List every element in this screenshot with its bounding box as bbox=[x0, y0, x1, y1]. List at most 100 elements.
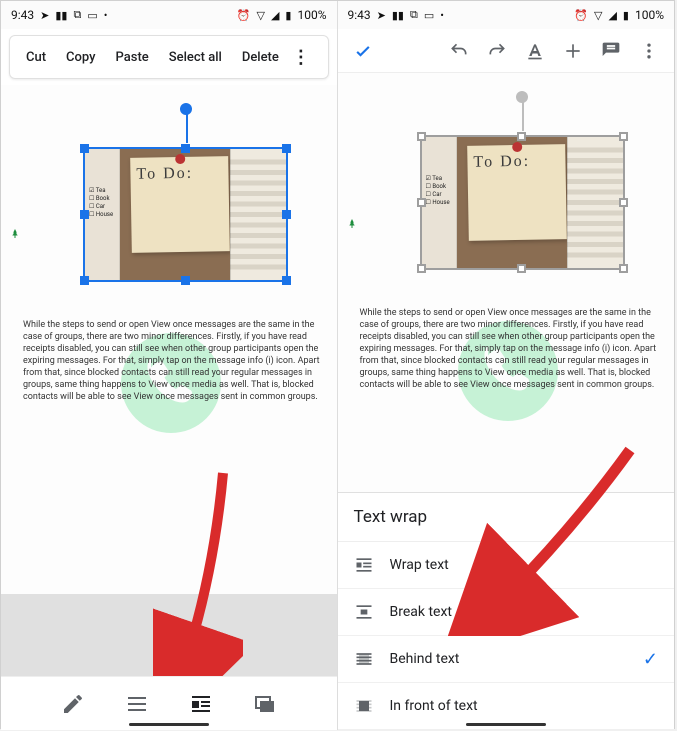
handle-tr[interactable] bbox=[619, 132, 628, 141]
document-canvas[interactable]: Tea Book Car House To Do: bbox=[1, 85, 337, 730]
done-check-icon[interactable] bbox=[346, 34, 380, 68]
sticky-note: To Do: bbox=[467, 144, 567, 241]
voicemail-icon: ⧉ bbox=[73, 8, 81, 22]
handle-tr[interactable] bbox=[282, 144, 291, 153]
body-paragraph[interactable]: While the steps to send or open View onc… bbox=[360, 307, 660, 391]
handle-tl[interactable] bbox=[417, 132, 426, 141]
more-icon[interactable] bbox=[632, 34, 666, 68]
handle-br[interactable] bbox=[282, 276, 291, 285]
paper-stack bbox=[230, 149, 286, 280]
alarm-icon: ⏰ bbox=[237, 9, 251, 22]
app-bar bbox=[338, 29, 675, 73]
status-battery: 100% bbox=[635, 8, 664, 22]
dot-icon: • bbox=[440, 9, 444, 22]
pause-icon: ▮▮ bbox=[55, 9, 67, 22]
status-time: 9:43 bbox=[348, 8, 371, 22]
status-bar: 9:43 ➤ ▮▮ ⧉ ▭ • ⏰ ▽ ◢ ▮ 100% bbox=[338, 1, 675, 29]
handle-mr[interactable] bbox=[619, 198, 628, 207]
sheet-title: Text wrap bbox=[338, 493, 675, 542]
rotate-handle[interactable] bbox=[180, 103, 192, 115]
ctx-cut[interactable]: Cut bbox=[16, 50, 56, 65]
handle-bl[interactable] bbox=[417, 264, 426, 273]
send-icon: ➤ bbox=[40, 9, 49, 22]
status-time: 9:43 bbox=[11, 8, 34, 22]
keyboard-area bbox=[1, 594, 337, 676]
option-label: Wrap text bbox=[390, 557, 449, 573]
nav-bar[interactable] bbox=[466, 723, 546, 726]
checkmark-icon: ✓ bbox=[643, 649, 658, 670]
paper-stack bbox=[567, 137, 623, 268]
pause-icon: ▮▮ bbox=[392, 9, 404, 22]
checklist: Tea Book Car House bbox=[426, 175, 450, 207]
status-bar: 9:43 ➤ ▮▮ ⧉ ▭ • ⏰ ▽ ◢ ▮ 100% bbox=[1, 1, 337, 29]
pin-icon bbox=[512, 142, 522, 152]
handle-mr[interactable] bbox=[282, 210, 291, 219]
text-wrap-icon[interactable] bbox=[189, 692, 213, 716]
align-icon[interactable] bbox=[125, 692, 149, 716]
text-format-icon[interactable] bbox=[518, 34, 552, 68]
handle-bm[interactable] bbox=[181, 276, 190, 285]
status-battery: 100% bbox=[297, 8, 326, 22]
handle-tl[interactable] bbox=[80, 144, 89, 153]
handle-bl[interactable] bbox=[80, 276, 89, 285]
handle-tm[interactable] bbox=[181, 144, 190, 153]
body-paragraph[interactable]: While the steps to send or open View onc… bbox=[23, 319, 323, 403]
phone-right: 9:43 ➤ ▮▮ ⧉ ▭ • ⏰ ▽ ◢ ▮ 100% bbox=[338, 1, 675, 730]
rotate-handle[interactable] bbox=[516, 91, 528, 103]
selected-image[interactable]: Tea Book Car House To Do: bbox=[83, 147, 288, 282]
undo-icon[interactable] bbox=[442, 34, 476, 68]
ctx-select-all[interactable]: Select all bbox=[159, 50, 232, 65]
send-icon: ➤ bbox=[377, 9, 386, 22]
alarm-icon: ⏰ bbox=[574, 9, 588, 22]
wrap-text-icon bbox=[354, 555, 374, 575]
handle-ml[interactable] bbox=[417, 198, 426, 207]
ctx-delete[interactable]: Delete bbox=[232, 50, 289, 65]
document-canvas[interactable]: Tea Book Car House To Do: bbox=[338, 73, 675, 730]
battery-icon: ▮ bbox=[285, 9, 291, 22]
rotate-line bbox=[522, 99, 524, 131]
option-break-text[interactable]: Break text bbox=[338, 589, 675, 636]
image-left-panel: Tea Book Car House bbox=[85, 149, 120, 280]
text-wrap-sheet: Text wrap Wrap text Break text Behind te… bbox=[338, 492, 675, 730]
break-text-icon bbox=[354, 602, 374, 622]
sticky-note: To Do: bbox=[130, 156, 230, 253]
battery-icon: ▮ bbox=[623, 9, 629, 22]
dot-icon: • bbox=[104, 9, 108, 22]
ctx-copy[interactable]: Copy bbox=[56, 50, 105, 65]
anchor-pin-icon bbox=[9, 225, 21, 237]
bottom-toolbar bbox=[1, 676, 337, 730]
signal-icon: ◢ bbox=[608, 9, 616, 22]
anchor-pin-icon bbox=[346, 215, 358, 227]
handle-ml[interactable] bbox=[80, 210, 89, 219]
image-icon: ▭ bbox=[87, 9, 97, 22]
wifi-icon: ▽ bbox=[256, 9, 264, 22]
ctx-more-icon[interactable]: ⋮ bbox=[289, 47, 313, 68]
behind-text-icon bbox=[354, 649, 374, 669]
handle-tm[interactable] bbox=[517, 132, 526, 141]
image-left-panel: Tea Book Car House bbox=[422, 137, 457, 268]
option-wrap-text[interactable]: Wrap text bbox=[338, 542, 675, 589]
option-label: Behind text bbox=[390, 651, 460, 667]
image-icon: ▭ bbox=[424, 9, 434, 22]
rotate-line bbox=[186, 111, 188, 143]
selected-image[interactable]: Tea Book Car House To Do: bbox=[420, 135, 625, 270]
checklist: Tea Book Car House bbox=[89, 187, 113, 219]
option-behind-text[interactable]: Behind text ✓ bbox=[338, 636, 675, 683]
ctx-paste[interactable]: Paste bbox=[106, 50, 159, 65]
comment-icon[interactable] bbox=[594, 34, 628, 68]
voicemail-icon: ⧉ bbox=[410, 8, 418, 22]
signal-icon: ◢ bbox=[271, 9, 279, 22]
handle-bm[interactable] bbox=[517, 264, 526, 273]
image-replace-icon[interactable] bbox=[253, 692, 277, 716]
edit-icon[interactable] bbox=[61, 692, 85, 716]
add-icon[interactable] bbox=[556, 34, 590, 68]
redo-icon[interactable] bbox=[480, 34, 514, 68]
option-label: Break text bbox=[390, 604, 452, 620]
nav-bar[interactable] bbox=[129, 723, 209, 726]
phone-left: 9:43 ➤ ▮▮ ⧉ ▭ • ⏰ ▽ ◢ ▮ 100% Cut Copy Pa… bbox=[1, 1, 338, 730]
handle-br[interactable] bbox=[619, 264, 628, 273]
front-text-icon bbox=[354, 696, 374, 716]
context-menu: Cut Copy Paste Select all Delete ⋮ bbox=[9, 35, 329, 79]
option-label: In front of text bbox=[390, 698, 478, 714]
wifi-icon: ▽ bbox=[594, 9, 602, 22]
